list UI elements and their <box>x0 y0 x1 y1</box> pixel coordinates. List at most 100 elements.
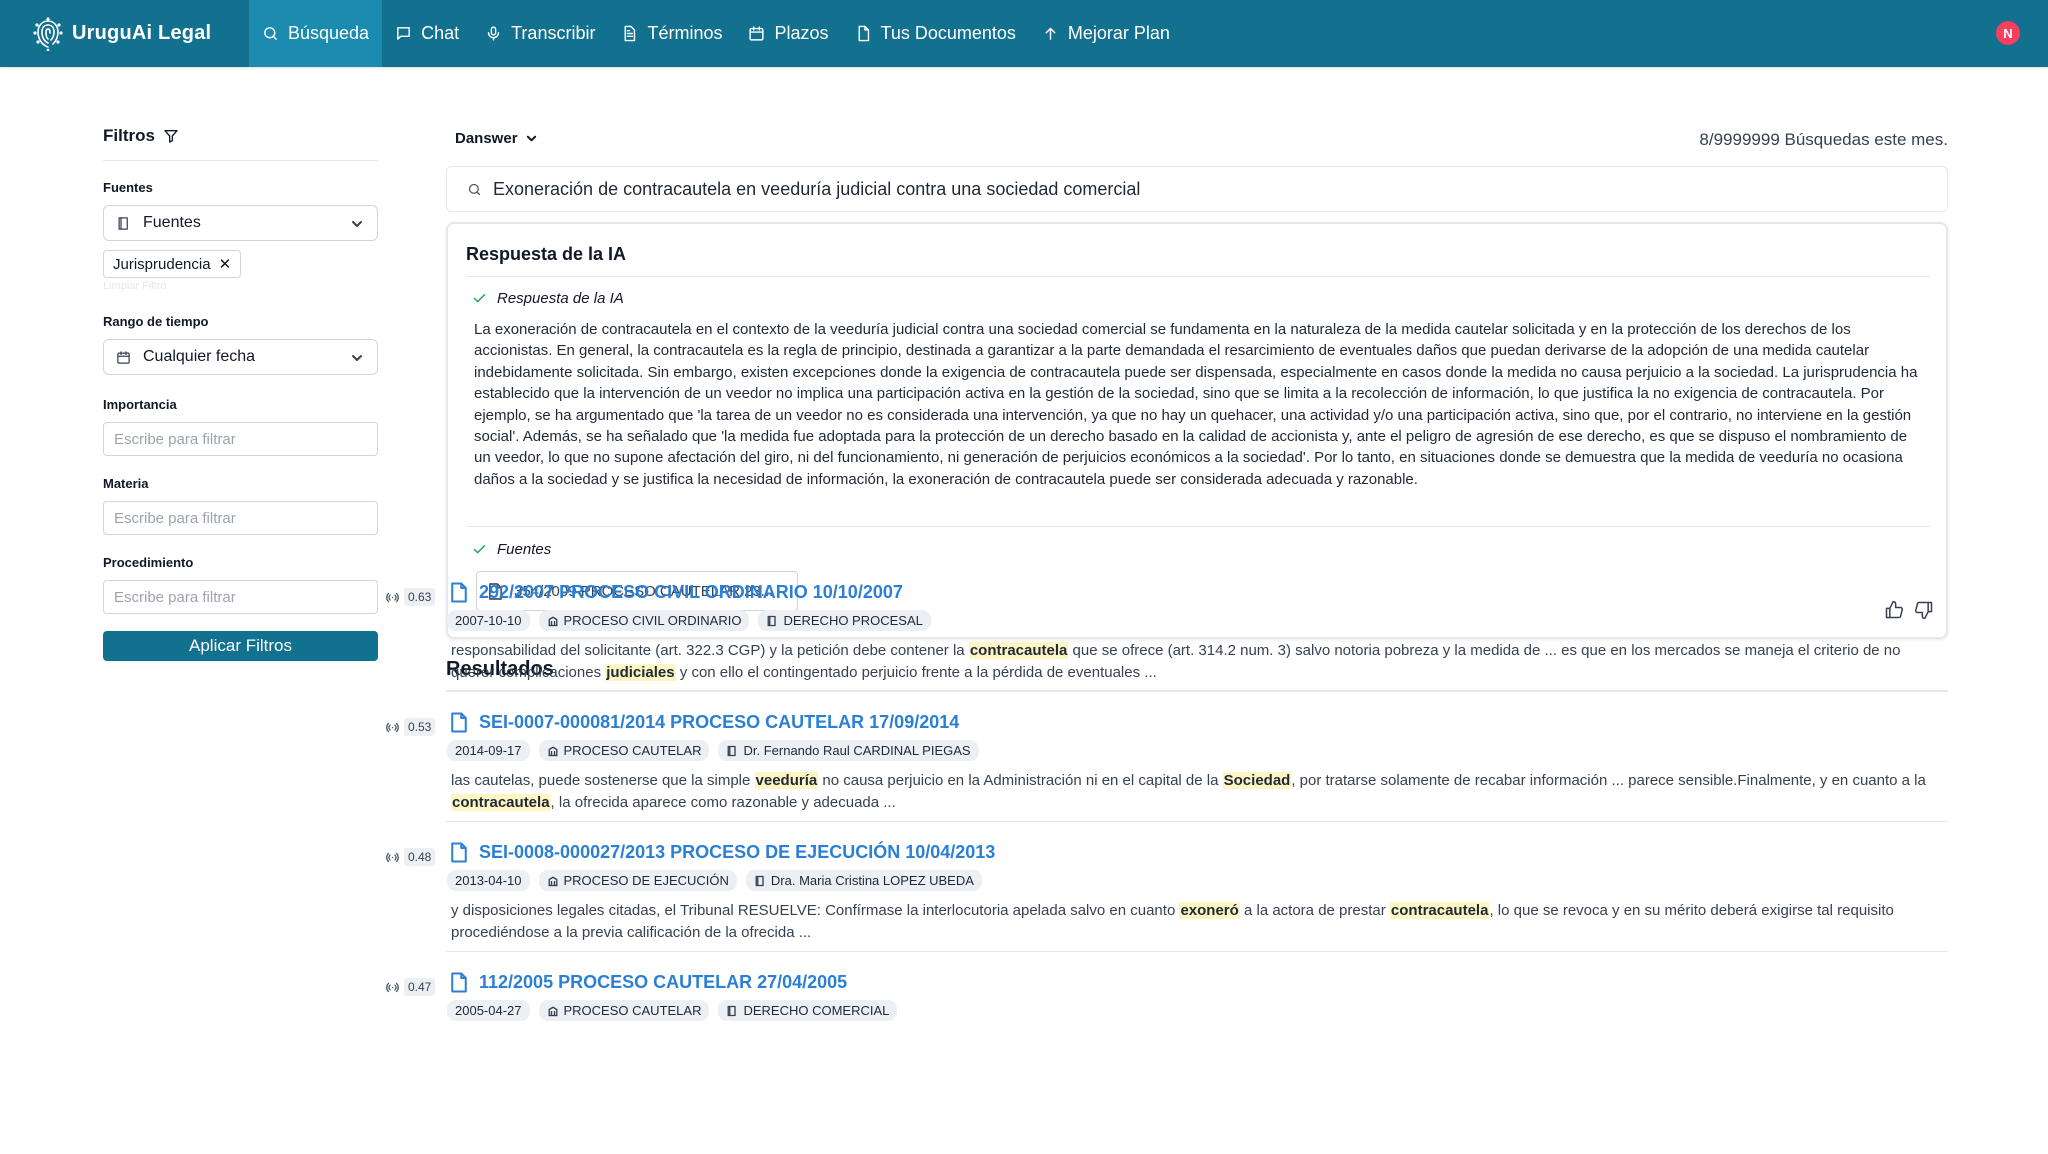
highlighted-term: exoneró <box>1179 902 1240 919</box>
snippet-text: y disposiciones legales citadas, el Trib… <box>451 902 1180 919</box>
procedure-tag: PROCESO CAUTELAR <box>538 1000 710 1021</box>
importancia-input[interactable] <box>103 422 378 456</box>
score-value: 0.63 <box>404 588 436 606</box>
nav-item-terminos[interactable]: Términos <box>608 0 735 67</box>
chevron-down-icon <box>352 355 362 361</box>
result-divider <box>446 691 1948 692</box>
procedure-tag: PROCESO DE EJECUCIÓN <box>538 870 737 891</box>
nav-item-label: Transcribir <box>511 23 596 43</box>
materia-input[interactable] <box>103 501 378 535</box>
book-icon <box>755 875 764 886</box>
filters-title: Filtros <box>103 126 155 145</box>
ai-sources-heading: Fuentes <box>472 541 551 558</box>
result-title-link[interactable]: SEI-0007-000081/2014 PROCESO CAUTELAR 17… <box>450 712 959 733</box>
extra-tag-label: DERECHO PROCESAL <box>783 613 923 628</box>
nav-item-chat[interactable]: Chat <box>382 0 472 67</box>
procedure-tag-label: PROCESO CAUTELAR <box>563 1003 702 1018</box>
score-value: 0.53 <box>404 718 436 736</box>
result-snippet: y disposiciones legales citadas, el Trib… <box>451 900 1946 943</box>
nav-item-plazos[interactable]: Plazos <box>735 0 841 67</box>
procedure-tag-label: PROCESO CIVIL ORDINARIO <box>563 613 742 628</box>
date-tag: 2007-10-10 <box>447 610 530 631</box>
check-icon <box>473 294 486 303</box>
procedimiento-label: Procedimiento <box>103 555 194 570</box>
result-meta: 2014-09-17 PROCESO CAUTELAR Dr. Fernando R… <box>447 740 988 761</box>
brand[interactable]: UruguAi Legal <box>33 16 249 51</box>
fuentes-select-value: Fuentes <box>143 214 201 231</box>
result-title-text: 112/2005 PROCESO CAUTELAR 27/04/2005 <box>479 972 848 992</box>
ai-card-divider <box>466 526 1930 527</box>
relevance-score: 0.47 <box>386 978 436 996</box>
apply-filters-button[interactable]: Aplicar Filtros <box>103 631 378 661</box>
relevance-score: 0.53 <box>386 718 436 736</box>
date-tag: 2014-09-17 <box>447 740 530 761</box>
building-icon <box>548 876 557 886</box>
result-item: 0.53 SEI-0007-000081/2014 PROCESO CAUTELA… <box>386 712 1948 837</box>
nav-item-mejorar-plan[interactable]: Mejorar Plan <box>1029 0 1183 67</box>
result-title-link[interactable]: 112/2005 PROCESO CAUTELAR 27/04/2005 <box>450 972 847 993</box>
chevron-down-icon <box>352 221 362 227</box>
search-bar[interactable]: Exoneración de contracautela en veeduría… <box>446 166 1948 212</box>
ai-answer-text: La exoneración de contracautela en el co… <box>474 321 1918 488</box>
engine-select[interactable]: Danswer <box>455 130 537 147</box>
fuentes-select[interactable]: Fuentes <box>103 205 378 241</box>
nav-item-tus-documentos[interactable]: Tus Documentos <box>842 0 1029 67</box>
file-icon <box>451 712 467 733</box>
signal-icon <box>386 852 399 862</box>
filter-icon <box>164 130 178 143</box>
extra-tag: DERECHO PROCESAL <box>758 610 931 631</box>
nav-item-busqueda[interactable]: Búsqueda <box>249 0 383 67</box>
close-icon[interactable]: ✕ <box>219 255 232 273</box>
result-item: 0.47 112/2005 PROCESO CAUTELAR 27/04/2005… <box>386 972 1948 1097</box>
highlighted-term: veeduría <box>754 772 819 789</box>
file-icon <box>858 25 869 42</box>
avatar[interactable]: N <box>1996 21 2020 45</box>
result-title-link[interactable]: 292/2007 PROCESO CIVIL ORDINARIO 10/10/2… <box>450 582 903 603</box>
extra-tag-label: Dra. Maria Cristina LOPEZ UBEDA <box>770 873 974 888</box>
ai-answer-heading: Respuesta de la IA <box>472 290 624 307</box>
calendar-icon <box>117 350 130 364</box>
extra-tag: Dra. Maria Cristina LOPEZ UBEDA <box>745 870 982 891</box>
highlighted-term: contracautela <box>968 642 1069 659</box>
search-input[interactable]: Exoneración de contracautela en veeduría… <box>493 179 1140 200</box>
extra-tag-label: Dr. Fernando Raul CARDINAL PIEGAS <box>743 743 971 758</box>
result-title-text: SEI-0007-000081/2014 PROCESO CAUTELAR 17… <box>479 712 960 732</box>
date-tag: 2005-04-27 <box>447 1000 530 1021</box>
filters-divider <box>103 160 378 161</box>
score-value: 0.47 <box>404 978 436 996</box>
engine-label: Danswer <box>455 130 518 147</box>
extra-tag: Dr. Fernando Raul CARDINAL PIEGAS <box>718 740 979 761</box>
selected-source-label: Jurisprudencia <box>113 255 211 273</box>
snippet-text: , la ofrecida aparece como razonable y a… <box>550 793 896 811</box>
signal-icon <box>386 722 399 732</box>
highlighted-term: judiciales <box>605 663 676 681</box>
score-value: 0.48 <box>404 848 436 866</box>
chevron-down-icon <box>526 135 536 142</box>
result-meta: 2007-10-10 PROCESO CIVIL ORDINARIO DERECHO… <box>447 610 940 631</box>
rango-select[interactable]: Cualquier fecha <box>103 339 378 375</box>
result-title-link[interactable]: SEI-0008-000027/2013 PROCESO DE EJECUCIÓ… <box>450 842 995 863</box>
building-icon <box>548 616 557 626</box>
clear-filters-link[interactable]: Limpiar Filtro <box>103 280 378 294</box>
nav-item-transcribir[interactable]: Transcribir <box>472 0 608 67</box>
usage-counter: 8/9999999 Búsquedas este mes. <box>1699 130 1948 149</box>
brand-name: UruguAi Legal <box>72 22 212 44</box>
result-title-text: 292/2007 PROCESO CIVIL ORDINARIO 10/10/2… <box>479 582 903 602</box>
snippet-text: a la actora de prestar <box>1239 902 1390 919</box>
result-meta: 2013-04-10 PROCESO DE EJECUCIÓN Dra. Maria… <box>447 870 991 891</box>
ai-answer-card: Respuesta de la IA Respuesta de la IA La… <box>446 222 1948 639</box>
ai-card-divider <box>466 276 1930 277</box>
procedimiento-input[interactable] <box>103 580 378 614</box>
check-icon <box>473 545 486 554</box>
result-meta: 2005-04-27 PROCESO CAUTELAR DERECHO COMERC… <box>447 1000 906 1021</box>
signal-icon <box>386 592 399 602</box>
search-icon <box>468 183 481 195</box>
date-tag: 2013-04-10 <box>447 870 530 891</box>
highlighted-term: contracautela <box>451 793 551 811</box>
importancia-label: Importancia <box>103 397 177 412</box>
main-content: Danswer 8/9999999 Búsquedas este mes. Ex… <box>386 122 1948 1021</box>
book-icon <box>728 1005 737 1016</box>
fuentes-label: Fuentes <box>103 180 153 195</box>
document-icon <box>624 25 636 42</box>
nav-item-label: Mejorar Plan <box>1067 23 1170 43</box>
